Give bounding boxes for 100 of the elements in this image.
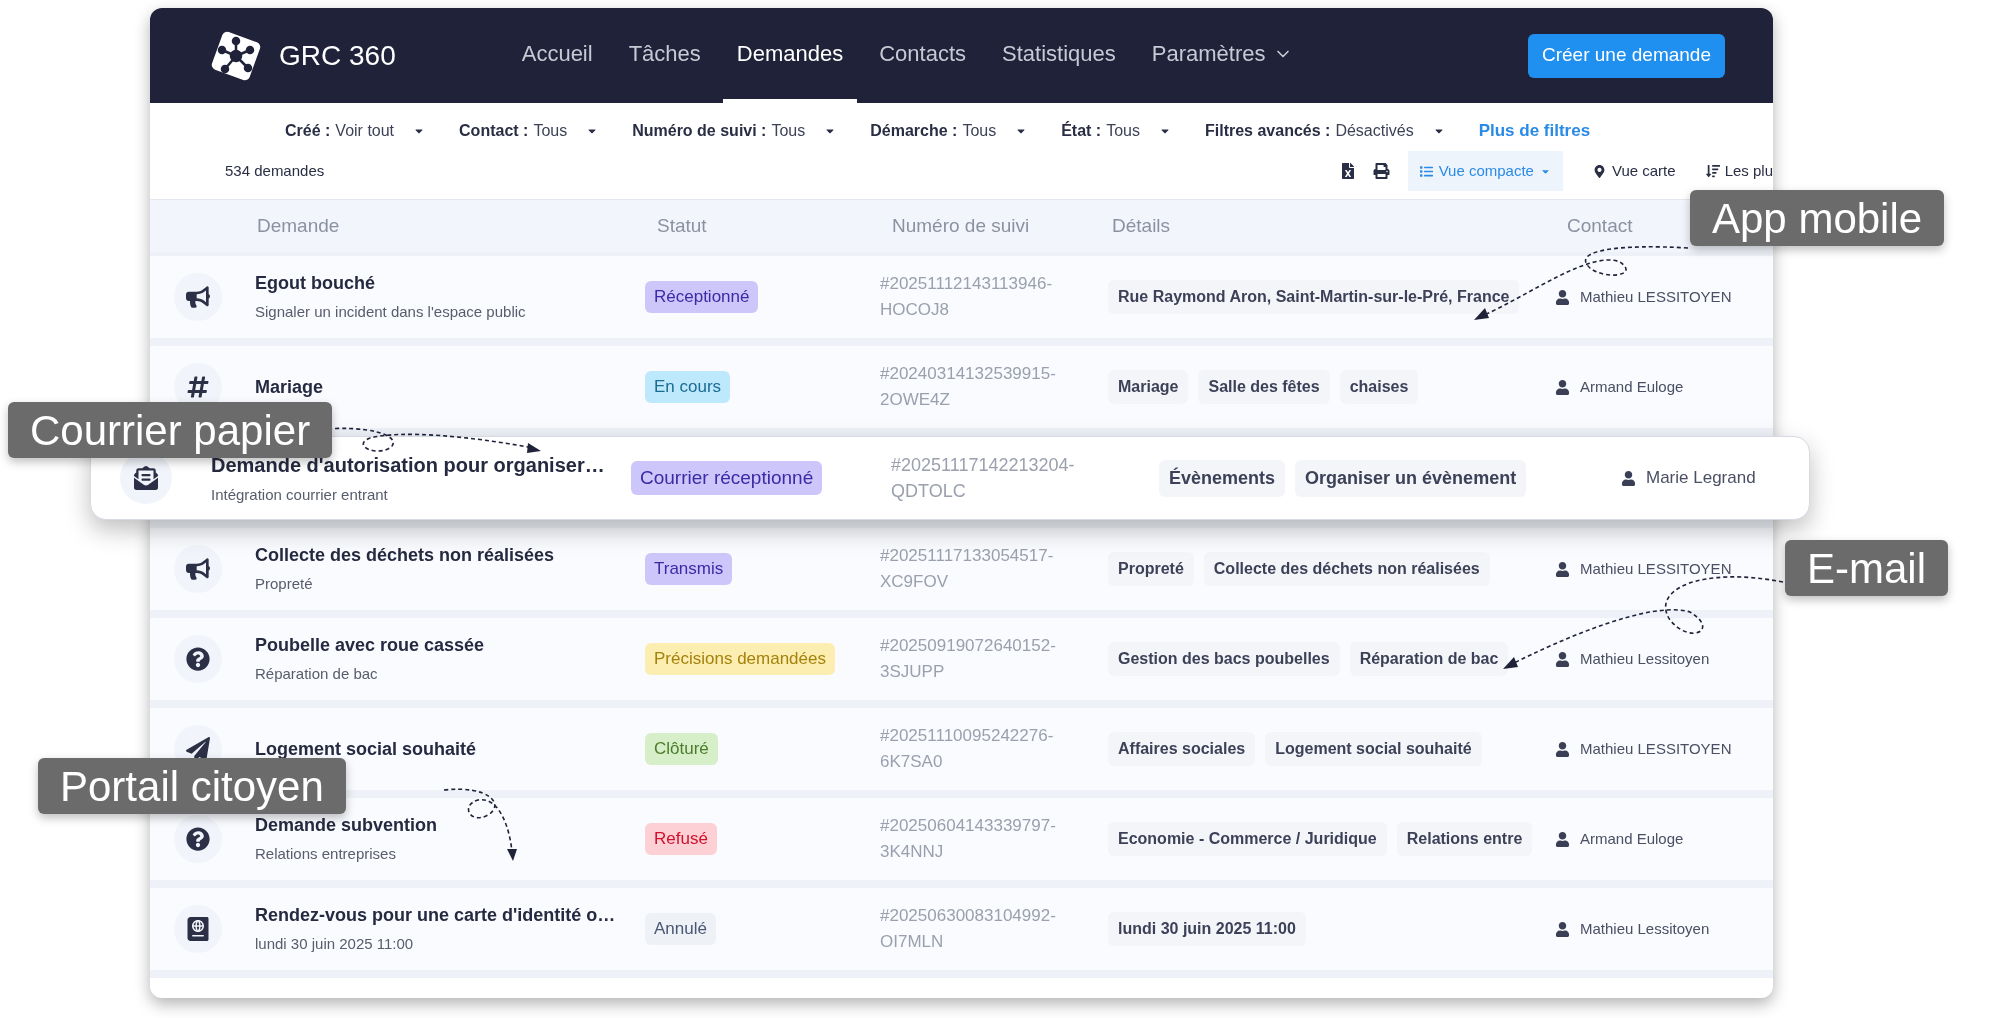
tracking-number: #20251117142213204-QDTOLC xyxy=(891,454,1076,503)
sort-button[interactable]: Les plu xyxy=(1705,159,1773,183)
callout-label: Portail citoyen xyxy=(38,758,346,814)
tracking-number: #20251117133054517-XC9FOV xyxy=(880,545,1055,593)
filter-dropdown[interactable]: Filtres avancés : Désactivés xyxy=(1205,119,1445,143)
detail-tag: Organiser un évènement xyxy=(1295,459,1527,497)
detail-tag: Propreté xyxy=(1108,552,1194,586)
request-title: Poubelle avec roue cassée xyxy=(255,634,486,658)
megaphone-icon xyxy=(185,285,210,309)
filter-dropdown[interactable]: Démarche : Tous xyxy=(870,119,1028,143)
tracking-number: #20250919072640152-3SJUPP xyxy=(880,635,1057,683)
request-title: Rendez-vous pour une carte d'identité o… xyxy=(255,904,617,928)
nav-tab[interactable]: Demandes xyxy=(722,8,858,103)
table-row[interactable]: Collecte des déchets non réalisées Propreté Transmis #20251117133054517-XC9FOV Propreté Collecte des déchets non réalisées Mathieu LESSITOYEN xyxy=(150,528,1773,610)
person-icon xyxy=(1555,379,1570,395)
detail-tag: Salle des fêtes xyxy=(1198,370,1330,404)
tracking-number: #20240314132539915-2OWE4Z xyxy=(880,363,1057,411)
status-badge: Courrier réceptionné xyxy=(631,460,823,496)
tracking-number: #20250630083104992-OI7MLN xyxy=(880,905,1057,953)
status-badge: Précisions demandées xyxy=(645,643,835,675)
detail-tag: Economie - Commerce / Juridique xyxy=(1108,822,1387,856)
detail-tag: lundi 30 juin 2025 11:00 xyxy=(1108,912,1306,946)
request-title: Mariage xyxy=(255,375,325,399)
contact-name: Marie Legrand xyxy=(1646,467,1756,490)
status-badge: Clôturé xyxy=(645,733,718,765)
column-header: Contact xyxy=(1567,213,1633,238)
sort-icon xyxy=(1705,164,1720,178)
request-title: Collecte des déchets non réalisées xyxy=(255,544,556,568)
question-icon xyxy=(185,647,210,671)
filter-dropdown[interactable]: Créé : Voir tout xyxy=(285,119,426,143)
map-view-button[interactable]: Vue carte xyxy=(1580,151,1688,191)
person-icon xyxy=(1621,470,1636,486)
nav-tab[interactable]: Contacts xyxy=(865,8,980,103)
column-header: Demande xyxy=(257,213,340,238)
detail-tag: Gestion des bacs poubelles xyxy=(1108,642,1340,676)
detail-tag: Affaires sociales xyxy=(1108,732,1256,766)
brand-name: GRC 360 xyxy=(279,38,396,73)
request-subtitle: Intégration courrier entrant xyxy=(211,484,389,505)
filter-dropdown[interactable]: État : Tous xyxy=(1061,119,1171,143)
column-header: Numéro de suivi xyxy=(892,213,1030,238)
filter-dropdown[interactable]: Contact : Tous xyxy=(459,119,599,143)
request-subtitle: Relations entreprises xyxy=(255,844,397,865)
tracking-number: #20251112143113946-HOCOJ8 xyxy=(880,273,1054,321)
detail-tag: Réparation de bac xyxy=(1349,642,1509,676)
hashtag-icon xyxy=(185,375,210,399)
nav-tab[interactable]: Accueil xyxy=(507,8,607,103)
table-row[interactable]: Egout bouché Signaler un incident dans l'espace public Réceptionné #20251112143113946-HOCOJ8 Rue Raymond Aron, Saint-Martin-sur-le-Pré, France Mathieu LESSITOYEN xyxy=(150,256,1773,338)
request-title: Egout bouché xyxy=(255,272,376,296)
person-icon xyxy=(1555,741,1570,757)
nav-tab[interactable]: Statistiques xyxy=(988,8,1130,103)
contact-name: Mathieu LESSITOYEN xyxy=(1580,738,1732,759)
print-icon[interactable] xyxy=(1372,163,1390,179)
nav-tab[interactable]: Paramètres xyxy=(1137,8,1308,103)
callout-label: E-mail xyxy=(1785,540,1948,596)
request-count: 534 demandes xyxy=(225,160,325,181)
more-filters-link[interactable]: Plus de filtres xyxy=(1478,117,1591,143)
table-row[interactable]: Poubelle avec roue cassée Réparation de bac Précisions demandées #20250919072640152-3SJUPP Gestion des bacs poubelles Réparation de bac Mathieu Lessitoyen xyxy=(150,618,1773,700)
map-pin-icon xyxy=(1592,164,1606,178)
callout-label: Courrier papier xyxy=(8,402,333,458)
request-title: Logement social souhaité xyxy=(255,737,478,761)
detail-tag: chaises xyxy=(1339,370,1419,404)
tracking-number: #20251110095242276-6K7SA0 xyxy=(880,725,1055,773)
nav-tab[interactable]: Tâches xyxy=(614,8,715,103)
envelope-icon xyxy=(134,466,158,490)
column-header: Détails xyxy=(1112,213,1171,238)
contact-name: Mathieu LESSITOYEN xyxy=(1580,286,1732,307)
status-badge: Transmis xyxy=(645,553,733,585)
filter-dropdown[interactable]: Numéro de suivi : Tous xyxy=(632,119,837,143)
contact-name: Mathieu Lessitoyen xyxy=(1580,918,1710,939)
request-subtitle: Signaler un incident dans l'espace public xyxy=(255,302,527,323)
paper-plane-icon xyxy=(185,737,210,761)
status-badge: En cours xyxy=(645,371,731,403)
detail-tag: Relations entre xyxy=(1396,822,1533,856)
passport-icon xyxy=(185,917,210,941)
table-row[interactable]: Rendez-vous pour une carte d'identité o… lundi 30 juin 2025 11:00 Annulé #20250630083104992-OI7MLN lundi 30 juin 2025 11:00 Mathieu Lessitoyen xyxy=(150,888,1773,970)
list-icon xyxy=(1419,164,1433,178)
person-icon xyxy=(1555,831,1570,847)
request-subtitle: lundi 30 juin 2025 11:00 xyxy=(255,934,415,955)
tracking-number: #20250604143339797-3K4NNJ xyxy=(880,815,1057,863)
person-icon xyxy=(1555,561,1570,577)
request-subtitle: Réparation de bac xyxy=(255,664,379,685)
spreadsheet-icon[interactable] xyxy=(1340,163,1355,179)
status-badge: Refusé xyxy=(645,823,717,855)
person-icon xyxy=(1555,921,1570,937)
person-icon xyxy=(1555,289,1570,305)
detail-tag: Mariage xyxy=(1108,370,1189,404)
column-header: Statut xyxy=(657,213,707,238)
status-badge: Annulé xyxy=(645,913,716,945)
contact-name: Mathieu LESSITOYEN xyxy=(1580,558,1732,579)
detail-tag: Collecte des déchets non réalisées xyxy=(1203,552,1490,586)
detail-tag: Rue Raymond Aron, Saint-Martin-sur-le-Pré, France xyxy=(1108,280,1520,314)
request-title: Demande subvention xyxy=(255,814,439,838)
person-icon xyxy=(1555,651,1570,667)
contact-name: Mathieu Lessitoyen xyxy=(1580,648,1710,669)
contact-name: Armand Euloge xyxy=(1580,828,1684,849)
contact-name: Armand Euloge xyxy=(1580,376,1684,397)
status-badge: Réceptionné xyxy=(645,281,759,313)
question-icon xyxy=(185,827,210,851)
detail-tag: Logement social souhaité xyxy=(1265,732,1482,766)
detail-tag: Évènements xyxy=(1159,459,1286,497)
